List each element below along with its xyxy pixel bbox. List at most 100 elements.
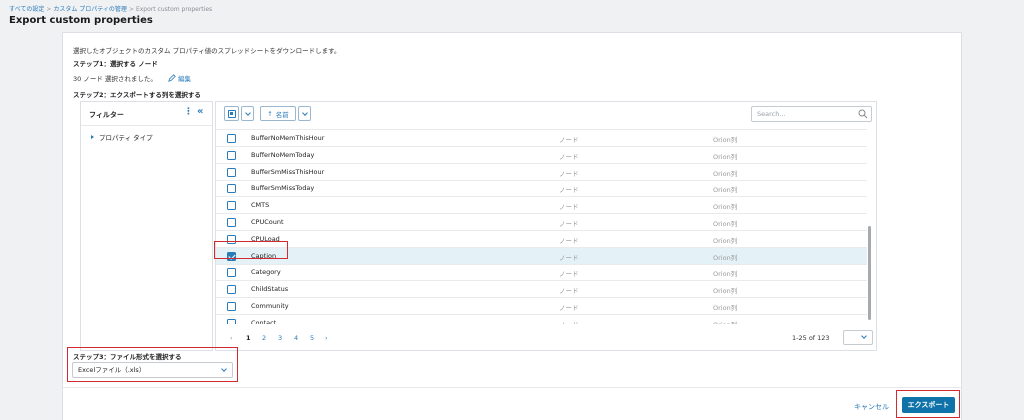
search-input[interactable]: Search...: [751, 106, 872, 122]
search-placeholder: Search...: [757, 110, 786, 118]
cell-source: Orion列: [713, 136, 738, 144]
cell-object-type: ノード: [559, 186, 579, 195]
chevron-down-icon: [301, 109, 308, 116]
cell-property-name: ChildStatus: [251, 285, 289, 294]
breadcrumb: すべての設定 > カスタム プロパティの管理 > Export custom prope…: [9, 4, 212, 13]
collapse-panel-icon[interactable]: «: [197, 106, 203, 117]
sort-menu-button[interactable]: [298, 106, 311, 121]
page-4[interactable]: 4: [294, 334, 298, 342]
table-row[interactable]: Category ノード Orion列: [216, 264, 867, 282]
cell-property-name: CPUCount: [251, 218, 284, 226]
page-3[interactable]: 3: [278, 334, 282, 342]
page-description: 選択したオブジェクトのカスタム プロパティ値のスプレッドシートをダウンロードしま…: [73, 47, 341, 55]
row-checkbox[interactable]: [227, 268, 236, 278]
grid-body: BufferNoMemThisHour ノード Orion列 BufferNoMemT…: [216, 126, 876, 324]
edit-label: 編集: [178, 75, 191, 83]
cell-property-name: Category: [251, 268, 281, 277]
checkbox-indeterminate-icon: [227, 109, 236, 118]
cell-object-type: ノード: [559, 136, 579, 144]
table-row[interactable]: BufferNoMemToday ノード Orion列: [216, 147, 867, 164]
cell-property-name: Community: [251, 302, 289, 310]
table-row[interactable]: Caption ノード Orion列: [216, 247, 867, 265]
cell-object-type: ノード: [559, 152, 579, 161]
file-format-select[interactable]: Excelファイル（.xls）: [72, 362, 233, 378]
page-5[interactable]: 5: [310, 334, 314, 342]
table-row[interactable]: CPUCount ノード Orion列: [216, 214, 867, 231]
cell-object-type: ノード: [559, 287, 579, 296]
export-button[interactable]: エクスポート: [902, 397, 955, 413]
file-format-value: Excelファイル（.xls）: [78, 366, 146, 374]
cell-source: Orion列: [713, 319, 737, 324]
pagination: ‹ 1 2 3 4 5 › 1-25 of 123: [216, 328, 876, 350]
select-menu-button[interactable]: [241, 106, 254, 121]
select-all-checkbox[interactable]: [224, 106, 239, 121]
row-checkbox[interactable]: [227, 251, 236, 261]
cell-object-type: ノード: [559, 304, 579, 312]
cell-object-type: ノード: [559, 203, 579, 212]
row-checkbox[interactable]: [227, 318, 236, 324]
breadcrumb-all-settings[interactable]: すべての設定: [9, 6, 44, 13]
pagination-next[interactable]: ›: [325, 334, 328, 342]
filter-item-property-type[interactable]: プロパティ タイプ: [91, 132, 153, 142]
cell-property-name: Caption: [251, 251, 277, 260]
cell-object-type: ノード: [559, 319, 579, 324]
row-checkbox[interactable]: [227, 184, 236, 194]
table-row[interactable]: BufferNoMemThisHour ノード Orion列: [216, 130, 867, 147]
table-row[interactable]: Community ノード Orion列: [216, 298, 867, 315]
table-row[interactable]: Contact ノード Orion列: [216, 315, 867, 324]
breadcrumb-manage-custom-properties[interactable]: カスタム プロパティの管理: [53, 6, 127, 13]
sort-button[interactable]: ↑ 名前: [260, 106, 296, 121]
cell-object-type: ノード: [559, 236, 579, 245]
cell-property-name: BufferSmMissToday: [251, 184, 315, 193]
chevron-down-icon: [244, 109, 251, 116]
search-icon: [858, 109, 868, 119]
cell-property-name: CPULoad: [251, 234, 280, 243]
page-1[interactable]: 1: [246, 334, 251, 342]
edit-selection-link[interactable]: 編集: [168, 73, 191, 83]
table-row[interactable]: CMTS ノード Orion列: [216, 197, 867, 215]
cell-property-name: BufferNoMemToday: [251, 150, 315, 159]
pencil-icon: [168, 74, 176, 82]
table-row[interactable]: ChildStatus ノード Orion列: [216, 281, 867, 299]
cell-property-name: CMTS: [251, 201, 270, 210]
step2-label: ステップ2：エクスポートする列を選択する: [73, 91, 201, 99]
row-checkbox[interactable]: [227, 167, 236, 177]
step3-label: ステップ3：ファイル形式を選択する: [73, 353, 182, 361]
chevron-down-icon: [221, 366, 227, 372]
row-checkbox[interactable]: [227, 201, 236, 211]
more-options-icon[interactable]: ⋮: [184, 107, 193, 117]
selected-nodes-text: 30 ノード 選択されました。: [73, 75, 157, 83]
pagination-prev[interactable]: ‹: [230, 334, 233, 342]
row-checkbox[interactable]: [227, 218, 236, 227]
cell-property-name: BufferSmMissThisHour: [251, 167, 325, 176]
cell-source: Orion列: [713, 169, 738, 178]
cell-source: Orion列: [713, 270, 738, 279]
row-checkbox[interactable]: [227, 150, 236, 160]
row-checkbox[interactable]: [227, 285, 236, 295]
table-row[interactable]: CPULoad ノード Orion列: [216, 231, 867, 248]
cell-object-type: ノード: [559, 169, 579, 178]
row-checkbox[interactable]: [227, 302, 236, 311]
filter-panel: フィルター ⋮ « プロパティ タイプ: [80, 101, 213, 351]
page-size-select[interactable]: [843, 330, 873, 345]
row-checkbox[interactable]: [227, 234, 236, 244]
cell-object-type: ノード: [559, 253, 579, 262]
filter-item-label: プロパティ タイプ: [99, 134, 153, 142]
cancel-button[interactable]: キャンセル: [854, 402, 889, 412]
page-2[interactable]: 2: [262, 334, 266, 342]
page-title: Export custom properties: [9, 15, 153, 26]
scrollbar-thumb[interactable]: [868, 226, 871, 320]
arrow-up-icon: ↑: [267, 109, 273, 118]
cell-source: Orion列: [713, 236, 738, 245]
row-checkbox[interactable]: [227, 134, 236, 143]
footer: キャンセル エクスポート: [63, 387, 961, 420]
cell-source: Orion列: [713, 152, 738, 161]
cell-object-type: ノード: [559, 220, 579, 228]
sort-label: 名前: [275, 110, 289, 119]
table-row[interactable]: BufferSmMissThisHour ノード Orion列: [216, 164, 867, 181]
breadcrumb-separator: >: [46, 6, 52, 13]
cell-object-type: ノード: [559, 270, 579, 279]
cell-source: Orion列: [713, 304, 738, 312]
cell-source: Orion列: [713, 203, 738, 212]
table-row[interactable]: BufferSmMissToday ノード Orion列: [216, 180, 867, 198]
